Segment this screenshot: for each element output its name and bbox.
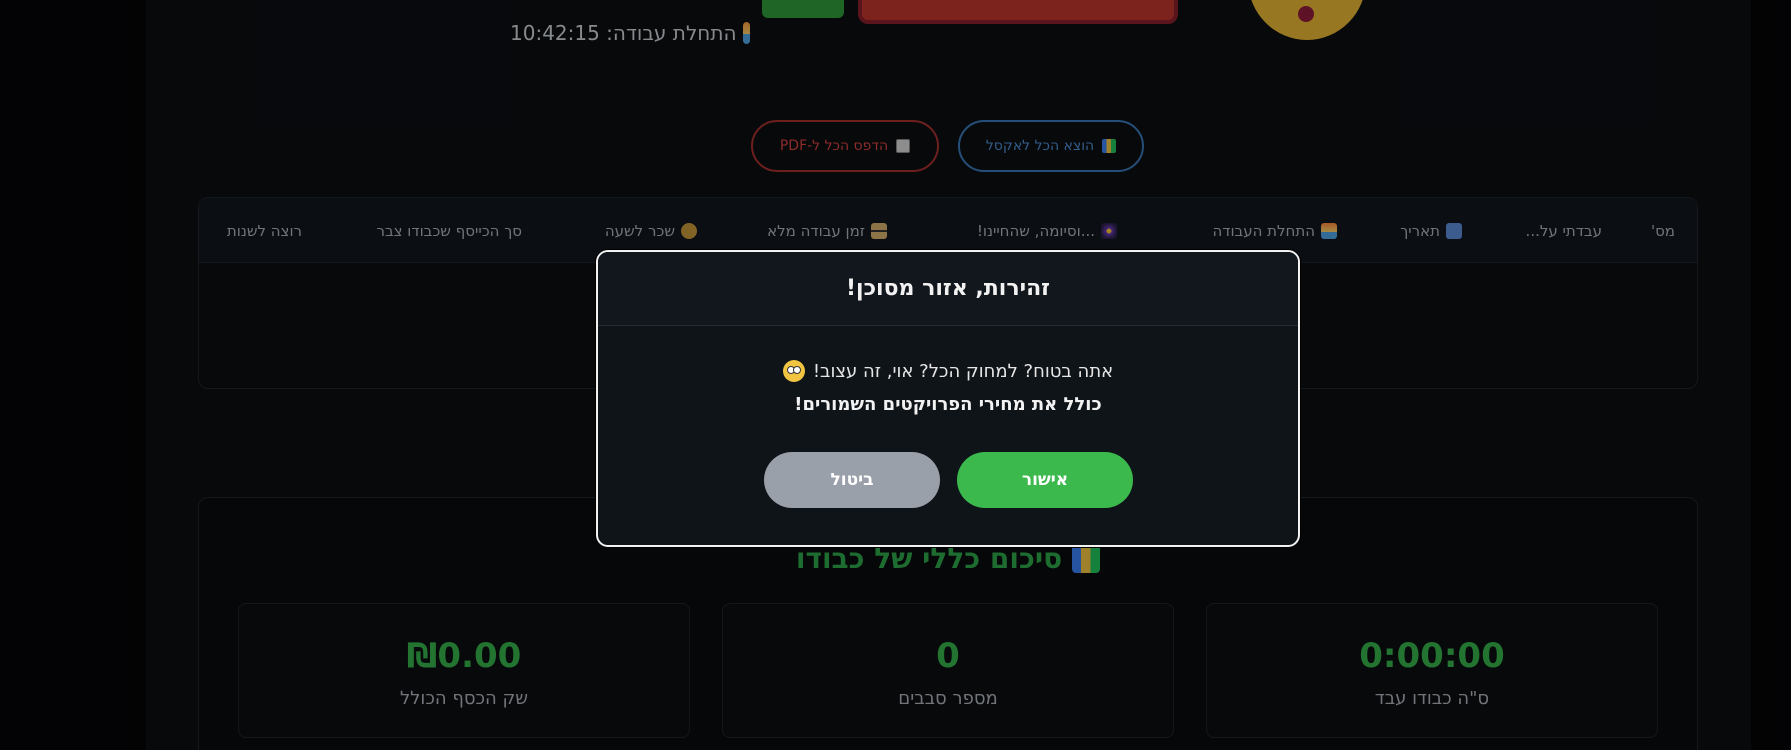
confirm-button[interactable]: אישור — [957, 452, 1133, 508]
cancel-button[interactable]: ביטול — [764, 452, 940, 508]
dialog-message-text: אתה בטוח? למחוק הכל? אוי, זה עצוב! — [812, 360, 1114, 382]
dialog-title: זהירות, אזור מסוכן! — [598, 252, 1298, 326]
dialog-warning: כולל את מחירי הפרויקטים השמורים! — [794, 394, 1102, 415]
dialog-message: אתה בטוח? למחוק הכל? אוי, זה עצוב! — [598, 360, 1298, 382]
flushed-face-icon — [782, 360, 805, 382]
page: התחלת עבודה: 10:42:15 הוצא הכל לאקסל הדפ… — [0, 0, 1791, 750]
confirm-delete-dialog: זהירות, אזור מסוכן! אתה בטוח? למחוק הכל?… — [596, 250, 1300, 547]
